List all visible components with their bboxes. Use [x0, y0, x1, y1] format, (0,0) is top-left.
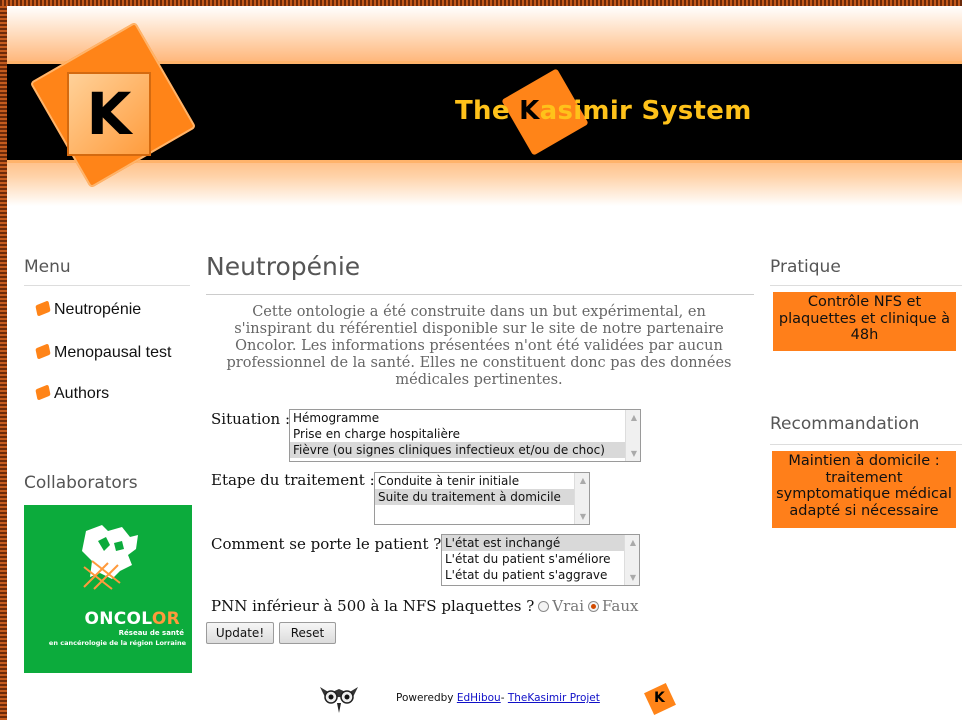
pnn-faux-radio[interactable]	[588, 600, 600, 612]
left-decorative-border	[0, 0, 7, 720]
logo-letter: K	[86, 80, 132, 148]
menu-heading: Menu	[24, 257, 71, 277]
scroll-down-icon[interactable]: ▼	[631, 449, 637, 458]
scroll-up-icon[interactable]: ▲	[580, 476, 586, 485]
pnn-question: PNN inférieur à 500 à la NFS plaquettes …	[211, 597, 638, 615]
menu-item-menopausal-test[interactable]: Menopausal test	[35, 342, 172, 362]
menu-divider	[24, 285, 190, 286]
etape-scrollbar[interactable]: ▲ ▼	[574, 473, 589, 524]
situation-option[interactable]: Hémogramme	[290, 410, 640, 426]
pnn-vrai-radio[interactable]	[538, 600, 550, 612]
oncolor-tagline: Réseau de santé	[118, 629, 184, 637]
pratique-divider	[770, 285, 962, 286]
scroll-up-icon[interactable]: ▲	[631, 413, 637, 422]
recommandation-box: Maintien à domicile : traitement symptom…	[772, 451, 956, 528]
etape-label: Etape du traitement :	[211, 471, 375, 489]
owl-icon	[320, 687, 358, 713]
situation-scrollbar[interactable]: ▲ ▼	[625, 410, 640, 461]
situation-option[interactable]: Prise en charge hospitalière	[290, 426, 640, 442]
menu-item-label: Neutropénie	[54, 301, 142, 318]
collaborators-heading: Collaborators	[24, 473, 138, 493]
oncolor-region: en cancérologie de la région Lorraine	[48, 639, 186, 647]
situation-select[interactable]: Hémogramme Prise en charge hospitalière …	[289, 409, 641, 462]
footer-credits: Poweredby EdHibou- TheKasimir Projet	[396, 692, 600, 704]
situation-label: Situation :	[211, 410, 291, 428]
kasimir-logo[interactable]: K	[67, 72, 151, 156]
title-divider	[206, 294, 754, 295]
orange-bullet-icon	[35, 299, 51, 317]
orange-bullet-icon	[35, 342, 51, 360]
oncolor-logo[interactable]: ONCOLOR Réseau de santé en cancérologie …	[24, 505, 192, 673]
menu-item-label: Menopausal test	[54, 344, 172, 361]
pnn-faux-label[interactable]: Faux	[602, 597, 638, 615]
pratique-heading: Pratique	[770, 257, 841, 277]
update-button[interactable]: Update!	[206, 622, 274, 644]
oncolor-map-icon	[82, 525, 138, 590]
pnn-label: PNN inférieur à 500 à la NFS plaquettes …	[211, 597, 535, 615]
recommandation-heading: Recommandation	[770, 414, 920, 434]
footer-separator: -	[500, 692, 508, 704]
kasimir-project-link[interactable]: TheKasimir Projet	[508, 692, 600, 704]
site-header: K The Kasimir System	[7, 6, 962, 206]
pratique-box: Contrôle NFS et plaquettes et clinique à…	[773, 292, 956, 351]
etat-option[interactable]: L'état du patient s'aggrave	[442, 567, 639, 583]
scroll-down-icon[interactable]: ▼	[630, 573, 636, 582]
etape-option[interactable]: Conduite à tenir initiale	[375, 473, 589, 489]
pnn-vrai-label[interactable]: Vrai	[552, 597, 584, 615]
footer-logo-letter: K	[654, 690, 665, 706]
footer-kasimir-logo: K	[644, 683, 676, 715]
etat-select[interactable]: L'état est inchangé L'état du patient s'…	[441, 534, 640, 586]
recommandation-divider	[770, 444, 962, 445]
situation-option-selected[interactable]: Fièvre (ou signes cliniques infectieux e…	[290, 442, 640, 458]
menu-item-authors[interactable]: Authors	[35, 383, 110, 403]
oncolor-name: ONCOLOR	[84, 609, 180, 629]
edhibou-link[interactable]: EdHibou	[457, 692, 501, 704]
scroll-down-icon[interactable]: ▼	[580, 512, 586, 521]
menu-item-neutropenie[interactable]: Neutropénie	[35, 299, 142, 319]
page-title: Neutropénie	[206, 252, 361, 281]
site-title: The Kasimir System	[455, 96, 752, 126]
orange-bullet-icon	[35, 383, 51, 401]
reset-button[interactable]: Reset	[279, 622, 336, 644]
etat-scrollbar[interactable]: ▲ ▼	[624, 535, 639, 585]
menu-item-label: Authors	[54, 385, 110, 402]
etape-option-selected[interactable]: Suite du traitement à domicile	[375, 489, 589, 505]
etat-label: Comment se porte le patient ?	[211, 535, 442, 553]
etat-option-selected[interactable]: L'état est inchangé	[442, 535, 639, 551]
etat-option[interactable]: L'état du patient s'améliore	[442, 551, 639, 567]
intro-paragraph: Cette ontologie a été construite dans un…	[226, 304, 732, 388]
scroll-up-icon[interactable]: ▲	[630, 538, 636, 547]
footer-powered-text: Poweredby	[396, 692, 457, 704]
etape-select[interactable]: Conduite à tenir initiale Suite du trait…	[374, 472, 590, 525]
